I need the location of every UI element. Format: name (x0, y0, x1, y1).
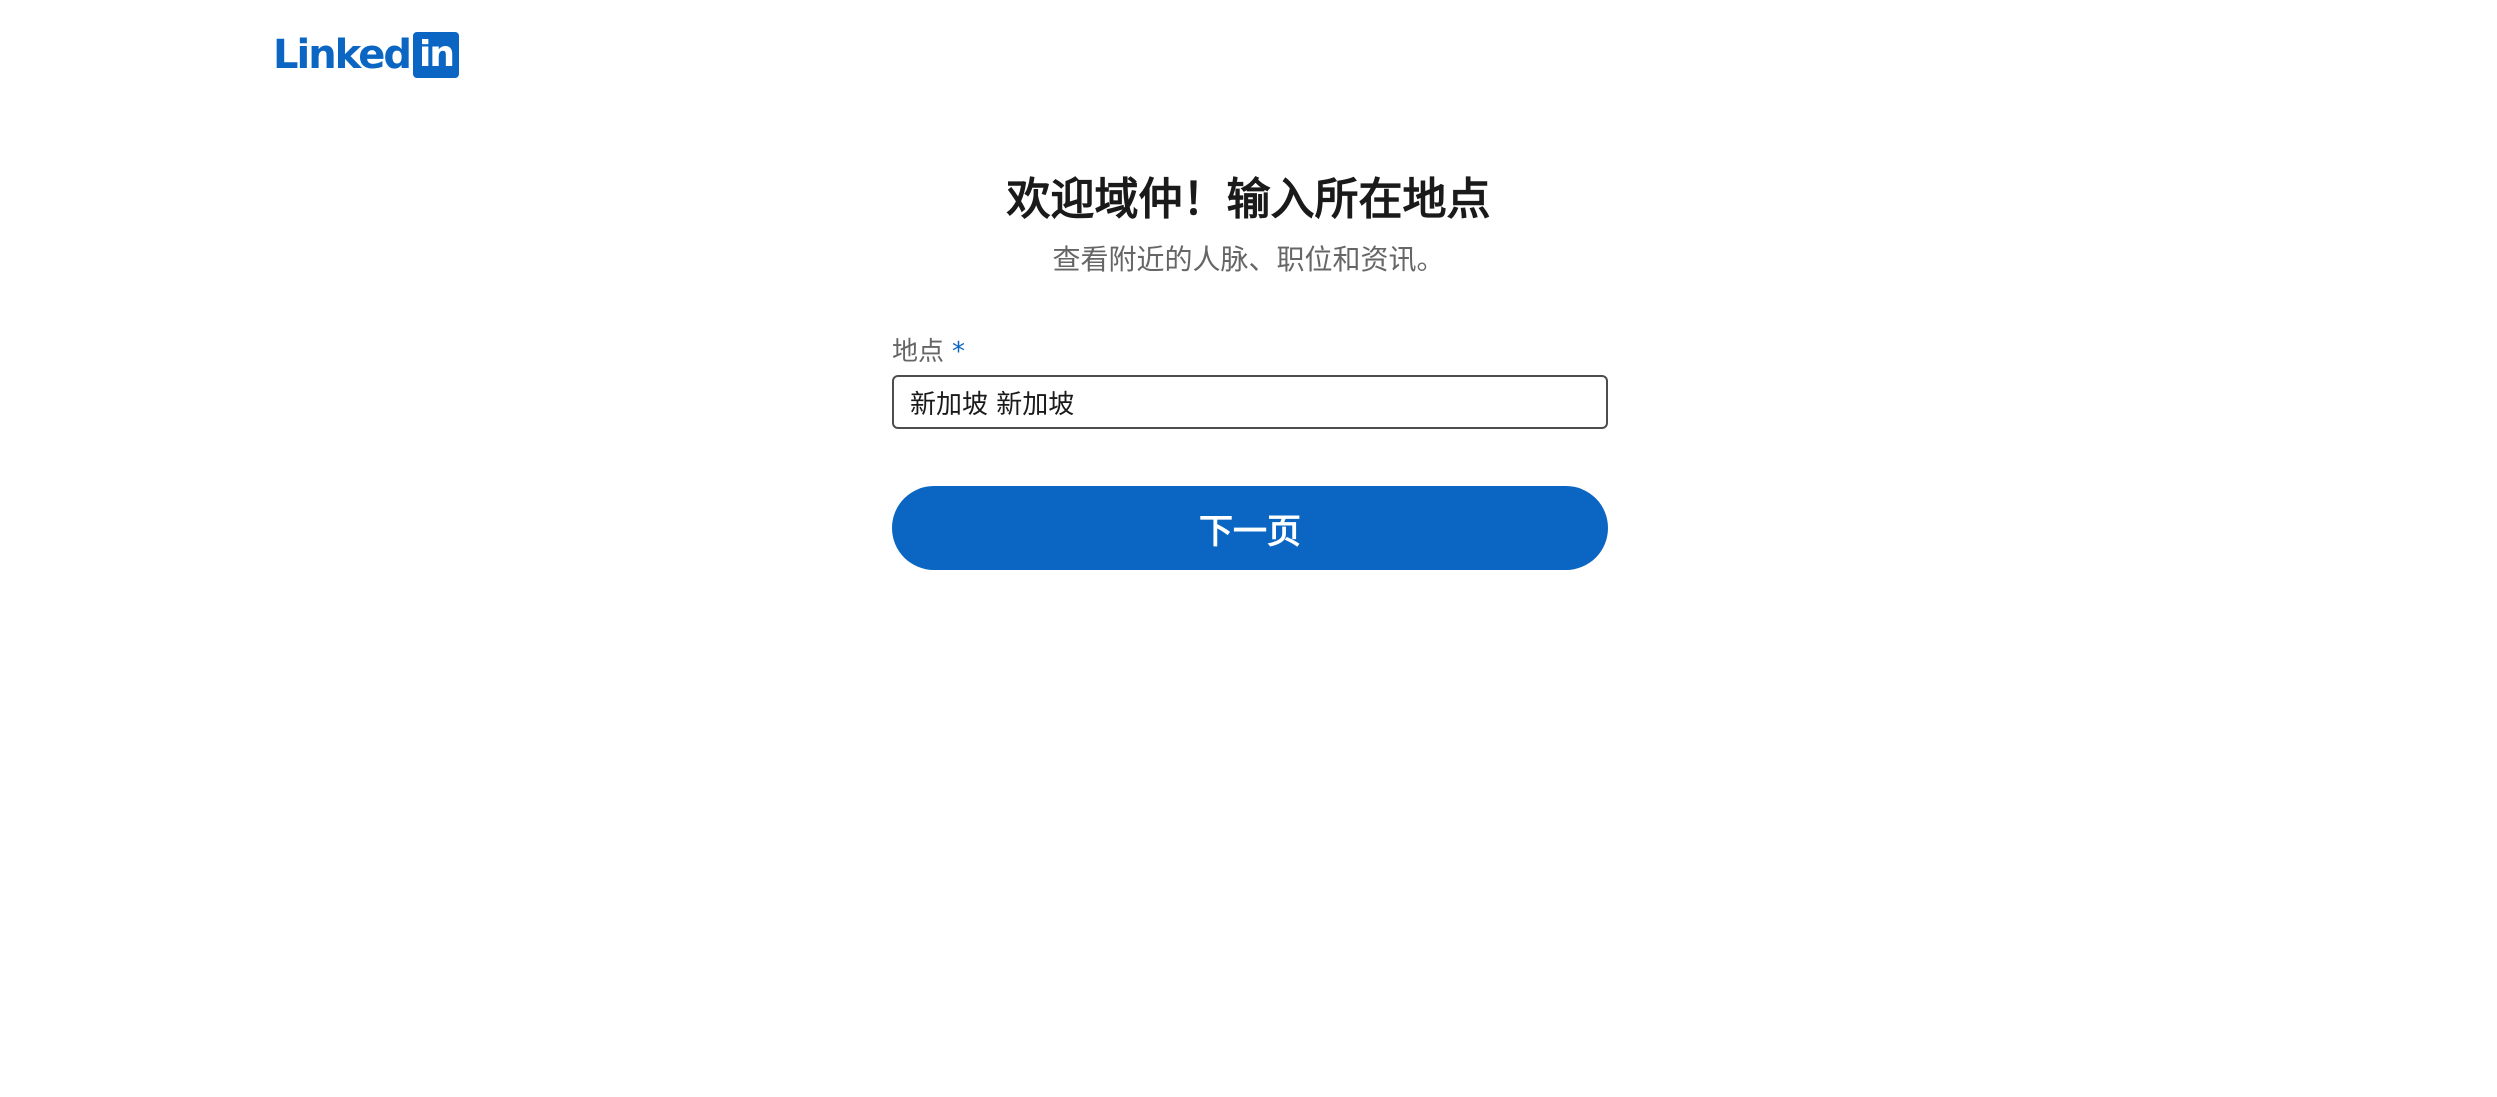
required-asterisk: * (952, 337, 966, 367)
logo-in-box: in (412, 32, 459, 78)
page-title: 欢迎域仲！输入所在地点 (1006, 174, 1491, 225)
page-subtitle: 查看附近的人脉、职位和资讯。 (1052, 243, 1445, 276)
next-page-button[interactable]: 下一页 (892, 486, 1608, 570)
location-label-text: 地点 (892, 337, 945, 367)
location-input[interactable] (892, 375, 1608, 429)
logo-wordmark: Linked (273, 32, 412, 78)
location-field-label: 地点 * (892, 333, 965, 371)
linkedin-logo[interactable]: Linked in (273, 32, 459, 78)
